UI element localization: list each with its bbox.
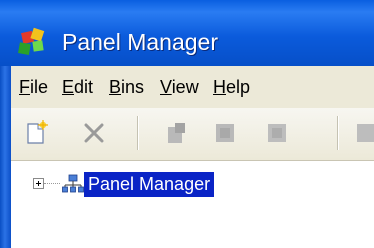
network-icon <box>62 174 84 193</box>
new-document-icon[interactable] <box>23 120 49 146</box>
app-icon <box>18 27 45 55</box>
toolbar-separator <box>137 116 139 150</box>
app-window: Panel Manager File Edit Bins View Help P… <box>0 0 374 248</box>
toolbar <box>11 108 374 161</box>
menu-mnemonic: V <box>160 77 172 97</box>
menu-mnemonic: F <box>19 77 30 97</box>
panel-icon[interactable] <box>264 120 290 146</box>
menu-mnemonic: B <box>109 77 122 97</box>
menu-help[interactable]: Help <box>213 77 250 98</box>
menu-file[interactable]: File <box>19 77 48 98</box>
menu-bins[interactable]: Bins <box>109 77 144 98</box>
menu-mnemonic: E <box>62 77 75 97</box>
panel-icon[interactable] <box>163 120 189 146</box>
panel-icon[interactable] <box>355 120 374 146</box>
menu-edit[interactable]: Edit <box>62 77 93 98</box>
toolbar-separator <box>337 116 339 150</box>
menu-label-suffix: ile <box>30 77 49 97</box>
menu-label-suffix: ins <box>121 77 145 97</box>
menu-label-suffix: iew <box>171 77 199 97</box>
title-bar[interactable]: Panel Manager <box>0 0 374 66</box>
menu-label-suffix: elp <box>226 77 251 97</box>
tree-connector <box>44 183 60 184</box>
window-title: Panel Manager <box>62 29 218 55</box>
menu-label-suffix: dit <box>74 77 94 97</box>
menu-mnemonic: H <box>213 77 226 97</box>
delete-icon[interactable] <box>81 120 107 146</box>
panel-icon[interactable] <box>212 120 238 146</box>
tree-node-panel-manager[interactable]: Panel Manager <box>84 172 215 197</box>
window-frame-left <box>0 66 11 248</box>
menu-view[interactable]: View <box>160 77 199 98</box>
expand-icon[interactable] <box>33 178 44 189</box>
